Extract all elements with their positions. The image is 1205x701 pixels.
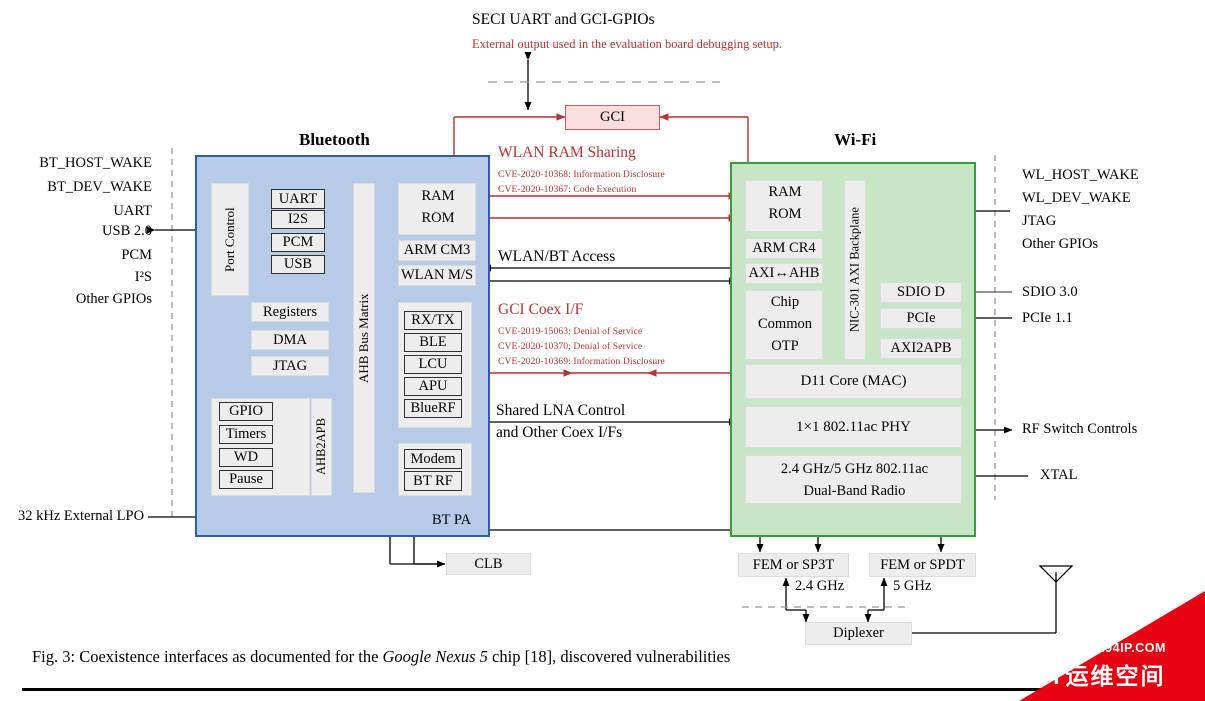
wifi-radio-line2: Dual-Band Radio bbox=[803, 483, 906, 499]
left-io-i2s: I²S bbox=[134, 269, 152, 285]
bottom-rule bbox=[22, 688, 1182, 691]
cve-2019-15063: CVE-2019-15063: Denial of Service bbox=[498, 326, 643, 337]
wifi-axi-backplane-block[interactable]: NIC-301 AXI Backplane bbox=[844, 180, 866, 360]
port-control-block[interactable]: Port Control bbox=[211, 183, 249, 296]
watermark: WWW.94IP.COM IT运维空间 bbox=[1019, 591, 1205, 701]
wlan-ram-sharing-title: WLAN RAM Sharing bbox=[498, 144, 636, 161]
right-io-jtag: JTAG bbox=[1022, 213, 1057, 229]
right-io-sdio: SDIO 3.0 bbox=[1022, 284, 1078, 300]
watermark-url: WWW.94IP.COM bbox=[1065, 641, 1166, 655]
band-5ghz-label: 5 GHz bbox=[893, 578, 932, 594]
wifi-chip-label: Chip bbox=[770, 294, 800, 310]
bt-registers-block[interactable]: Registers bbox=[251, 302, 329, 322]
right-io-wl-dev-wake: WL_DEV_WAKE bbox=[1022, 190, 1131, 206]
wifi-pcie-block[interactable]: PCIe bbox=[880, 308, 962, 329]
bt-rf-block[interactable]: BT RF bbox=[404, 471, 462, 491]
ahb-bus-matrix-block[interactable]: AHB Bus Matrix bbox=[353, 183, 375, 493]
wifi-radio-block[interactable]: 2.4 GHz/5 GHz 802.11ac Dual-Band Radio bbox=[745, 455, 962, 504]
left-io-uart: UART bbox=[113, 203, 152, 219]
wifi-arm-cr4-block[interactable]: ARM CR4 bbox=[745, 238, 823, 259]
bt-modem-block[interactable]: Modem bbox=[404, 449, 462, 469]
watermark-brand: IT运维空间 bbox=[1041, 663, 1166, 689]
cve-2020-10370: CVE-2020-10370: Denial of Service bbox=[498, 341, 643, 352]
external-output-note: External output used in the evaluation b… bbox=[472, 37, 782, 51]
left-io-usb: USB 2.0 bbox=[102, 223, 152, 239]
seci-uart-label: SECI UART and GCI-GPIOs bbox=[472, 11, 655, 28]
wifi-ram-label: RAM bbox=[768, 184, 802, 200]
shared-lna-line2: and Other Coex I/Fs bbox=[496, 424, 623, 441]
bt-pause-block[interactable]: Pause bbox=[219, 470, 273, 489]
bt-ram-label: RAM bbox=[421, 188, 455, 204]
bt-lcu-block[interactable]: LCU bbox=[404, 355, 462, 374]
cve-2020-10367: CVE-2020-10367: Code Execution bbox=[498, 184, 637, 195]
bt-wlan-ms-block[interactable]: WLAN M/S bbox=[398, 265, 476, 286]
wifi-chip-common-group: Chip Common OTP bbox=[745, 290, 823, 360]
shared-lna-line1: Shared LNA Control bbox=[496, 402, 626, 419]
cve-2020-10368: CVE-2020-10368: Information Disclosure bbox=[498, 169, 665, 180]
caption-prefix: Fig. 3: Coexistence interfaces as docume… bbox=[32, 647, 383, 666]
fem-sp3t-block[interactable]: FEM or SP3T bbox=[738, 553, 849, 577]
caption-italic: Google Nexus 5 bbox=[382, 647, 488, 666]
right-io-xtal: XTAL bbox=[1040, 467, 1078, 483]
wifi-radio-line1: 2.4 GHz/5 GHz 802.11ac bbox=[780, 461, 929, 477]
wifi-common-label: Common bbox=[758, 316, 812, 332]
port-control-label: Port Control bbox=[222, 207, 237, 272]
bluetooth-title: Bluetooth bbox=[299, 130, 370, 149]
lpo-label: 32 kHz External LPO bbox=[18, 508, 145, 524]
diplexer-block[interactable]: Diplexer bbox=[805, 622, 912, 645]
bt-rom-label: ROM bbox=[421, 210, 455, 226]
bt-pa-label: BT PA bbox=[432, 512, 472, 528]
bt-pcm-block[interactable]: PCM bbox=[271, 233, 325, 252]
wifi-phy-block[interactable]: 1×1 802.11ac PHY bbox=[745, 406, 962, 448]
gci-label: GCI bbox=[600, 109, 625, 125]
right-io-other-gpios: Other GPIOs bbox=[1022, 236, 1099, 252]
left-io-other-gpios: Other GPIOs bbox=[75, 291, 152, 307]
bt-usb-block[interactable]: USB bbox=[271, 255, 325, 274]
bt-bluerf-block[interactable]: BlueRF bbox=[404, 399, 462, 418]
figure-caption: Fig. 3: Coexistence interfaces as docume… bbox=[32, 647, 730, 667]
bt-timers-block[interactable]: Timers bbox=[219, 425, 273, 444]
bt-apu-block[interactable]: APU bbox=[404, 377, 462, 396]
wifi-sdio-block[interactable]: SDIO D bbox=[880, 282, 962, 303]
gci-block[interactable]: GCI bbox=[565, 105, 660, 130]
bt-ble-block[interactable]: BLE bbox=[404, 333, 462, 352]
bt-dma-block[interactable]: DMA bbox=[251, 330, 329, 350]
clb-block[interactable]: CLB bbox=[446, 553, 531, 575]
bt-jtag-block[interactable]: JTAG bbox=[251, 356, 329, 376]
left-io-bt-dev-wake: BT_DEV_WAKE bbox=[47, 179, 152, 195]
bt-gpio-block[interactable]: GPIO bbox=[219, 402, 273, 421]
caption-suffix: chip [18], discovered vulnerabilities bbox=[487, 647, 731, 666]
bt-memory-group: RAM ROM bbox=[398, 183, 476, 235]
wifi-title: Wi-Fi bbox=[834, 130, 877, 149]
figure-canvas: SECI UART and GCI-GPIOs External output … bbox=[0, 0, 1205, 701]
band-24ghz-label: 2.4 GHz bbox=[795, 578, 845, 594]
left-io-bt-host-wake: BT_HOST_WAKE bbox=[39, 155, 152, 171]
ahb-bus-matrix-label: AHB Bus Matrix bbox=[356, 293, 371, 383]
bt-arm-cm3-block[interactable]: ARM CM3 bbox=[398, 240, 476, 261]
bt-wd-block[interactable]: WD bbox=[219, 448, 273, 467]
right-io-pcie: PCIe 1.1 bbox=[1022, 310, 1073, 326]
gci-coex-title: GCI Coex I/F bbox=[498, 301, 584, 318]
bt-ahb2apb-block[interactable]: AHB2APB bbox=[311, 398, 332, 496]
bt-uart-block[interactable]: UART bbox=[271, 189, 325, 209]
wlan-bt-access-label: WLAN/BT Access bbox=[498, 248, 616, 265]
fem-spdt-block[interactable]: FEM or SPDT bbox=[869, 553, 976, 577]
left-io-pcm: PCM bbox=[121, 247, 152, 263]
wifi-otp-label: OTP bbox=[771, 338, 799, 354]
right-io-wl-host-wake: WL_HOST_WAKE bbox=[1022, 167, 1139, 183]
right-io-rf-switch: RF Switch Controls bbox=[1022, 421, 1138, 437]
cve-2020-10369: CVE-2020-10369: Information Disclosure bbox=[498, 356, 665, 367]
bt-ahb2apb-label: AHB2APB bbox=[314, 418, 328, 476]
bt-rxtx-block[interactable]: RX/TX bbox=[404, 311, 462, 330]
bt-i2s-block[interactable]: I2S bbox=[271, 210, 325, 229]
wifi-axi-backplane-label: NIC-301 AXI Backplane bbox=[847, 207, 862, 333]
wifi-rom-label: ROM bbox=[768, 206, 802, 222]
wifi-d11-core-block[interactable]: D11 Core (MAC) bbox=[745, 364, 962, 399]
wifi-memory-group: RAM ROM bbox=[745, 180, 823, 232]
wifi-axi2apb-block[interactable]: AXI2APB bbox=[880, 338, 962, 359]
wifi-axi-ahb-block[interactable]: AXI↔AHB bbox=[745, 263, 823, 284]
